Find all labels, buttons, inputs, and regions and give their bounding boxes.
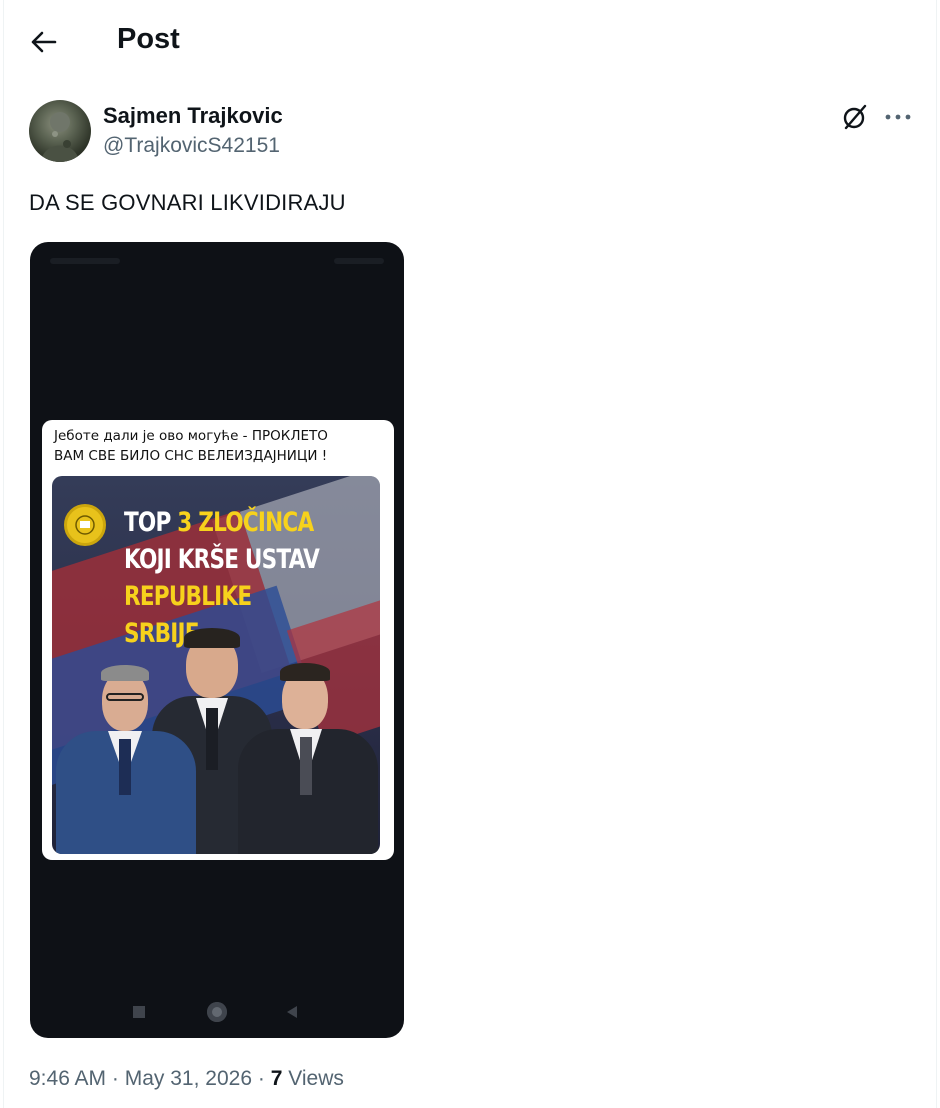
logo-badge-icon <box>64 504 106 546</box>
views-label: Views <box>288 1067 344 1090</box>
back-button[interactable] <box>26 24 62 60</box>
meta-separator: · <box>257 1067 265 1090</box>
media-caption: Јеботе дали је ово могуће - ПРОКЛЕТО ВАМ… <box>54 426 384 466</box>
headline-top: TOP <box>124 507 171 538</box>
recent-apps-icon <box>133 1006 145 1018</box>
post-time[interactable]: 9:46 AM <box>29 1067 106 1090</box>
home-icon <box>207 1002 227 1022</box>
avatar-image <box>41 112 79 162</box>
grok-icon <box>843 104 867 130</box>
headline-number: 3 ZLOČINCA <box>177 507 314 538</box>
grok-button[interactable] <box>840 102 870 132</box>
more-horizontal-icon <box>885 114 911 120</box>
right-border <box>936 0 937 1108</box>
back-triangle-icon <box>287 1006 297 1018</box>
avatar[interactable] <box>29 100 91 162</box>
meta-separator: · <box>111 1067 119 1090</box>
headline-mid: KOJI KRŠE USTAV <box>124 544 320 575</box>
post-meta: 9:46 AM · May 31, 2026 · 7 Views <box>29 1067 344 1091</box>
media-caption-line2: ВАМ СВЕ БИЛО СНС ВЕЛЕИЗДАЈНИЦИ ! <box>54 448 328 464</box>
phone-nav-bar <box>30 1000 404 1024</box>
arrow-left-icon <box>31 31 57 53</box>
page-title: Post <box>117 23 180 55</box>
author-handle[interactable]: @TrajkovicS42151 <box>103 134 280 158</box>
phone-status-bar <box>50 254 384 268</box>
screenshot-card: Јеботе дали је ово могуће - ПРОКЛЕТО ВАМ… <box>42 420 394 860</box>
post-date[interactable]: May 31, 2026 <box>125 1067 252 1090</box>
left-border <box>3 0 4 1108</box>
views-count: 7 <box>270 1067 283 1090</box>
author-display-name[interactable]: Sajmen Trajkovic <box>103 103 283 129</box>
promo-graphic: TOP 3 ZLOČINCA KOJI KRŠE USTAV REPUBLIKE… <box>52 476 380 854</box>
media-caption-line1: Јеботе дали је ово могуће - ПРОКЛЕТО <box>54 428 328 444</box>
post-text: DA SE GOVNARI LIKVIDIRAJU <box>29 190 346 215</box>
more-button[interactable] <box>882 102 914 132</box>
post-media-image[interactable]: Јеботе дали је ово могуће - ПРОКЛЕТО ВАМ… <box>30 242 404 1038</box>
